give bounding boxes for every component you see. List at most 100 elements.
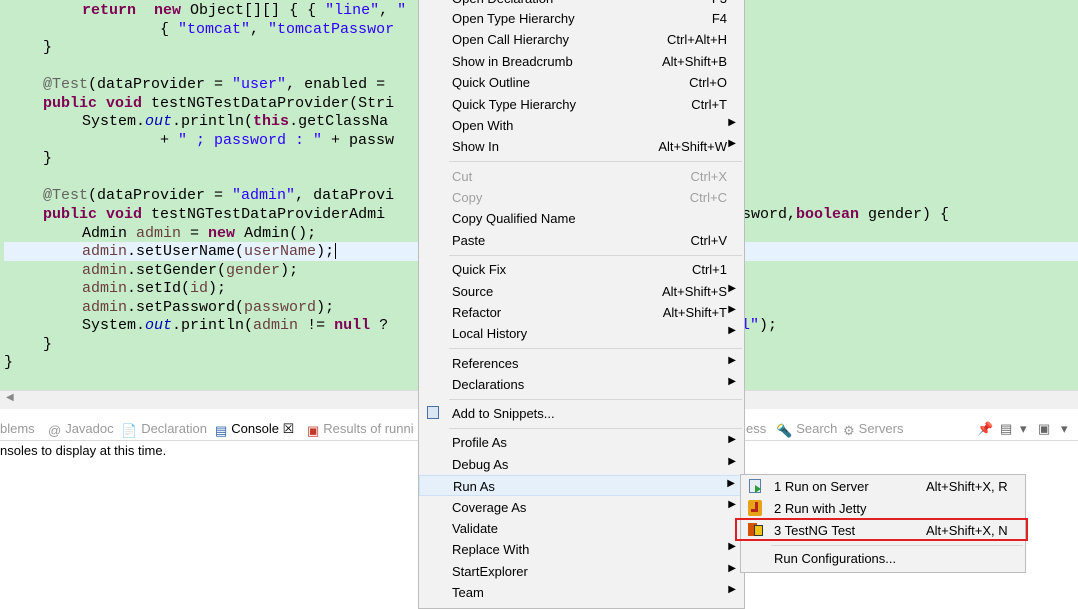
menu-separator <box>449 255 742 256</box>
code-token: , <box>379 2 398 19</box>
tab-search[interactable]: 🔦 Search <box>776 420 837 438</box>
submenu-arrow-icon: ▶ <box>728 541 736 552</box>
code-token: ); <box>280 262 299 279</box>
open-console-icon[interactable]: ▣ <box>1038 421 1050 437</box>
menu-item-label: Paste <box>452 233 486 248</box>
code-token: boolean <box>796 206 860 223</box>
tab-label: Results of runni <box>323 421 414 436</box>
menu-item-coverage-as[interactable]: Coverage As ▶ <box>419 497 744 518</box>
scroll-left-icon[interactable]: ◀ <box>6 392 14 403</box>
code-token: out <box>145 317 173 334</box>
code-token: .setGender( <box>127 262 227 279</box>
code-token: } <box>4 354 14 371</box>
menu-item-startexplorer[interactable]: StartExplorer ▶ <box>419 561 744 582</box>
code-token: admin <box>82 280 128 297</box>
tab-results[interactable]: ▣ Results of runni <box>307 420 414 438</box>
tab-javadoc[interactable]: @ Javadoc <box>48 420 114 438</box>
menu-item-declarations[interactable]: Declarations ▶ <box>419 374 744 395</box>
menu-item-label: References <box>452 356 519 371</box>
code-token: " <box>397 2 407 19</box>
code-line: System.out.println(admin != null ? <box>82 317 388 335</box>
code-token: testNGTestDataProvider(Stri <box>142 95 395 112</box>
dropdown-icon[interactable]: ▾ <box>1020 421 1027 437</box>
menu-item-local-history[interactable]: Local History ▶ <box>419 323 744 344</box>
menu-item-shortcut: Ctrl+V <box>690 233 727 248</box>
code-token: admin <box>253 317 299 334</box>
highlight-annotation-box <box>735 518 1028 541</box>
menu-item-profile-as[interactable]: Profile As ▶ <box>419 432 744 453</box>
menu-item-run-as[interactable]: Run As ▶ <box>419 475 744 496</box>
code-line: @Test(dataProvider = "user", enabled = <box>43 76 385 94</box>
menu-item-show-in[interactable]: Show In Alt+Shift+W ▶ <box>419 136 744 157</box>
submenu-arrow-icon: ▶ <box>728 283 736 294</box>
menu-item-paste[interactable]: Paste Ctrl+V <box>419 230 744 251</box>
menu-item-replace-with[interactable]: Replace With ▶ <box>419 539 744 560</box>
search-icon: 🔦 <box>776 423 793 438</box>
tab-console[interactable]: ▤ Console ☒ <box>215 420 294 438</box>
tab-declaration[interactable]: 📄 Declaration <box>121 420 207 438</box>
menu-item-references[interactable]: References ▶ <box>419 353 744 374</box>
tab-label: blems <box>0 421 35 436</box>
menu-item-shortcut: F3 <box>712 0 727 6</box>
menu-separator <box>449 399 742 400</box>
jetty-icon <box>748 500 762 516</box>
code-token: ); <box>316 299 335 316</box>
code-token: System. <box>82 317 146 334</box>
menu-item-quick-fix[interactable]: Quick Fix Ctrl+1 <box>419 259 744 280</box>
tab-problems[interactable]: blems <box>0 420 35 438</box>
submenu-item-run-configurations[interactable]: Run Configurations... <box>741 548 1025 569</box>
tab-label: Search <box>796 421 838 436</box>
code-token: null <box>334 317 371 334</box>
menu-item-debug-as[interactable]: Debug As ▶ <box>419 454 744 475</box>
menu-item-open-with[interactable]: Open With ▶ <box>419 115 744 136</box>
submenu-item-2-run-with-jetty[interactable]: 2 Run with Jetty <box>741 498 1025 519</box>
view-menu-icon[interactable]: ▾ <box>1061 421 1068 437</box>
code-token: } <box>43 39 53 56</box>
code-token: admin <box>82 243 128 260</box>
code-line: public void testNGTestDataProviderAdmi <box>43 206 385 224</box>
javadoc-icon: @ <box>48 423 62 438</box>
menu-item-add-to-snippets[interactable]: Add to Snippets... <box>419 403 744 424</box>
menu-item-show-in-breadcrumb[interactable]: Show in Breadcrumb Alt+Shift+B <box>419 51 744 72</box>
code-line: admin.setGender(gender); <box>82 262 298 280</box>
submenu-item-1-run-on-server[interactable]: 1 Run on Server Alt+Shift+X, R <box>741 476 1025 497</box>
submenu-arrow-icon: ▶ <box>728 304 736 315</box>
code-token: "admin" <box>232 187 296 204</box>
submenu-arrow-icon: ▶ <box>728 499 736 510</box>
menu-item-quick-type-hierarchy[interactable]: Quick Type Hierarchy Ctrl+T <box>419 94 744 115</box>
menu-item-refactor[interactable]: Refactor Alt+Shift+T ▶ <box>419 302 744 323</box>
menu-item-shortcut: Ctrl+1 <box>691 262 727 277</box>
code-token: , enabled = <box>286 76 386 93</box>
tab-servers[interactable]: ⚙ Servers <box>843 420 903 438</box>
menu-item-open-type-hierarchy[interactable]: Open Type Hierarchy F4 <box>419 8 744 29</box>
code-token: " ; password : " <box>178 132 323 149</box>
menu-separator <box>449 428 742 429</box>
code-line: } <box>43 39 52 57</box>
code-token: = <box>181 225 209 242</box>
menu-separator <box>449 348 742 349</box>
menu-item-copy-qualified-name[interactable]: Copy Qualified Name <box>419 208 744 229</box>
menu-item-validate[interactable]: Validate <box>419 518 744 539</box>
menu-item-label: StartExplorer <box>452 564 528 579</box>
code-line: + " ; password : " + passw <box>160 132 394 150</box>
code-token: new <box>208 225 236 242</box>
snippet-icon <box>427 406 439 419</box>
menu-item-team[interactable]: Team ▶ <box>419 582 744 603</box>
code-line: } <box>4 354 13 372</box>
submenu-arrow-icon: ▶ <box>728 138 736 149</box>
menu-item-label: Open With <box>452 118 514 133</box>
tab-progress[interactable]: ess <box>746 420 766 438</box>
display-console-icon[interactable]: ▤ <box>1000 421 1012 437</box>
code-line: { "tomcat", "tomcatPasswor <box>160 21 394 39</box>
menu-item-open-call-hierarchy[interactable]: Open Call Hierarchy Ctrl+Alt+H <box>419 29 744 50</box>
menu-item-label: Quick Fix <box>452 262 507 277</box>
menu-item-quick-outline[interactable]: Quick Outline Ctrl+O <box>419 72 744 93</box>
code-token: testNGTestDataProviderAdmi <box>142 206 386 223</box>
menu-item-label: Replace With <box>452 542 530 557</box>
menu-item-label: Copy <box>452 190 483 205</box>
menu-item-source[interactable]: Source Alt+Shift+S ▶ <box>419 281 744 302</box>
console-empty-message: nsoles to display at this time. <box>0 443 167 458</box>
menu-item-label: Declarations <box>452 377 525 392</box>
pin-console-icon[interactable]: 📌 <box>977 421 993 437</box>
